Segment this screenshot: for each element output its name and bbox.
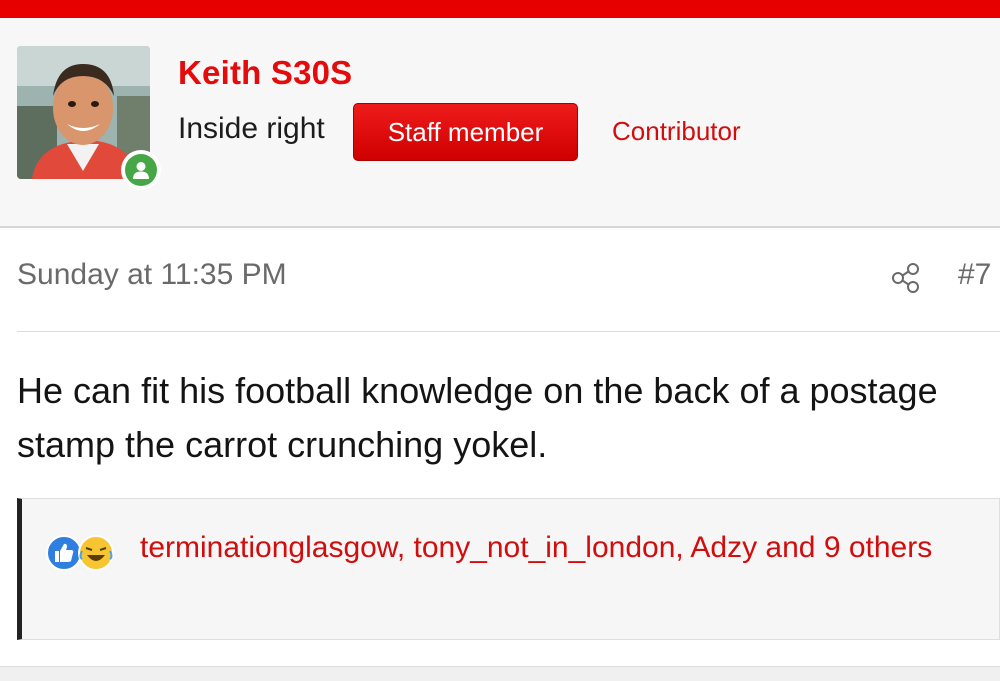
user-title: Inside right (178, 112, 325, 145)
post-date-link[interactable]: Sunday at 11:35 PM (17, 258, 287, 292)
avatar-container[interactable] (17, 46, 161, 190)
share-icon[interactable] (890, 262, 922, 294)
post-header-separator (17, 331, 1000, 332)
reactions-bar: terminationglasgow, tony_not_in_london, … (17, 498, 1000, 640)
username-link[interactable]: Keith S30S (178, 54, 352, 92)
forum-post-page: Keith S30S Inside right Staff member Con… (0, 0, 1000, 681)
header-divider (0, 226, 1000, 228)
top-brand-bar (0, 0, 1000, 18)
user-online-icon (125, 154, 157, 186)
post-number-link[interactable]: #7 (958, 258, 991, 292)
staff-member-banner: Staff member (353, 103, 578, 161)
post-message: He can fit his football knowledge on the… (17, 370, 938, 465)
post-footer-divider (0, 666, 1000, 681)
contributor-role-link[interactable]: Contributor (612, 116, 741, 147)
reactions-list-link[interactable]: terminationglasgow, tony_not_in_london, … (46, 525, 946, 571)
online-status-badge (121, 150, 161, 190)
